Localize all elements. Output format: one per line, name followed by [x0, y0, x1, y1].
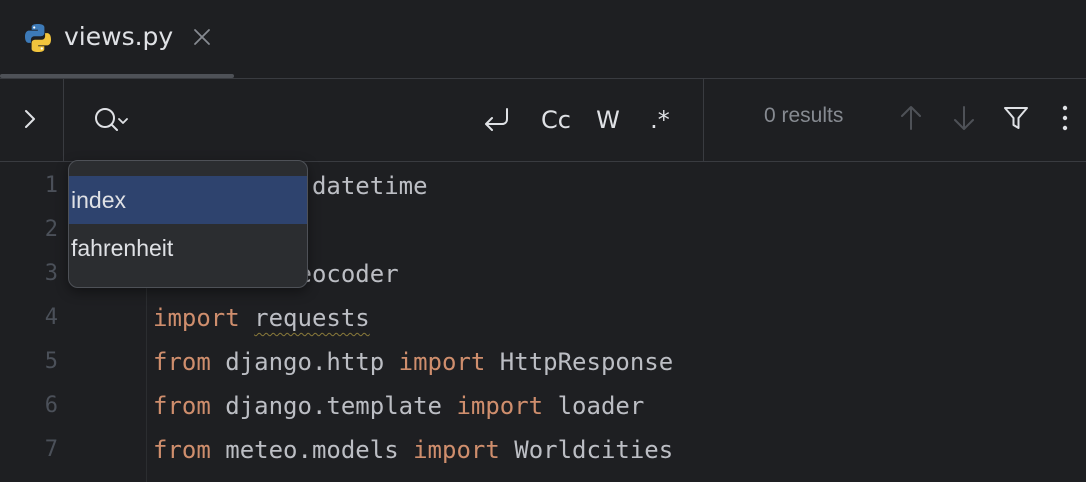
tab-title: views.py: [64, 22, 174, 51]
keyword-token: from: [153, 348, 211, 376]
line-number: 4: [44, 305, 58, 330]
line-number: 1: [44, 173, 58, 198]
tab-bar: views.py: [0, 0, 1086, 79]
line-number: 5: [44, 349, 58, 374]
chevron-right-icon[interactable]: [16, 105, 44, 133]
code-token: django.http: [210, 348, 399, 376]
code-text: import requests: [153, 296, 370, 340]
find-toolbar: Cc W .* 0 results: [0, 79, 1086, 162]
python-file-icon: [22, 22, 54, 54]
history-item-fahrenheit[interactable]: fahrenheit: [69, 224, 307, 272]
divider: [703, 79, 704, 161]
keyword-token: import: [398, 348, 486, 376]
code-line[interactable]: 6 from django.template import loader: [0, 384, 1086, 428]
arrow-down-icon[interactable]: [949, 103, 979, 133]
code-token: loader: [543, 392, 645, 420]
results-count: 0 results: [764, 104, 844, 127]
words-button[interactable]: W: [591, 101, 625, 139]
line-number: 2: [44, 217, 58, 242]
match-case-button[interactable]: Cc: [536, 101, 576, 139]
history-item-index[interactable]: index: [69, 176, 307, 224]
keyword-token: import: [413, 436, 500, 464]
keyword-token: import: [456, 392, 544, 420]
line-number: 7: [44, 437, 58, 462]
keyword-token: import: [153, 304, 240, 332]
search-input[interactable]: [140, 99, 474, 141]
regex-button[interactable]: .*: [643, 101, 677, 139]
tab-views-py[interactable]: views.py: [0, 0, 234, 78]
filter-icon[interactable]: [1001, 103, 1031, 133]
keyword-token: from: [153, 392, 211, 420]
keyword-token: from: [153, 436, 211, 464]
line-number: 6: [44, 393, 58, 418]
editor-window: views.py Cc W .* 0 results 1 datetime 2 …: [0, 0, 1086, 482]
divider: [63, 79, 64, 161]
warning-squiggle-token: requests: [254, 304, 370, 332]
arrow-up-icon[interactable]: [896, 103, 926, 133]
code-text: from django.template import loader: [153, 384, 644, 428]
code-line[interactable]: 5 from django.http import HttpResponse: [0, 340, 1086, 384]
code-token: django.template: [210, 392, 457, 420]
code-token: meteo.models: [210, 436, 414, 464]
code-line[interactable]: 4 import requests: [0, 296, 1086, 340]
active-tab-indicator: [0, 74, 234, 78]
code-token: datetime: [297, 172, 428, 200]
search-history-icon[interactable]: [92, 103, 132, 137]
code-text: from meteo.models import Worldcities: [153, 428, 673, 472]
line-number: 3: [44, 261, 58, 286]
code-line[interactable]: 7 from meteo.models import Worldcities: [0, 428, 1086, 472]
code-token: HttpResponse: [485, 348, 674, 376]
more-options-icon[interactable]: [1055, 103, 1075, 133]
code-text: from django.http import HttpResponse: [153, 340, 673, 384]
preserve-case-icon[interactable]: [478, 101, 516, 139]
close-icon[interactable]: [191, 26, 213, 48]
search-history-popup: index fahrenheit: [68, 160, 308, 288]
code-token: Worldcities: [499, 436, 674, 464]
